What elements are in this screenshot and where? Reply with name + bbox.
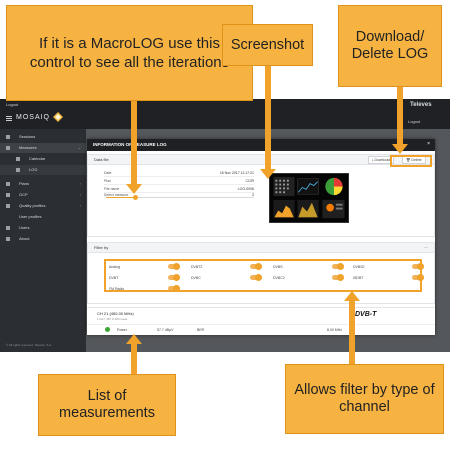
- status-ok-icon: [105, 327, 110, 332]
- callout-filter: Allows filter by type of channel: [285, 364, 444, 434]
- callout-download-delete: Download/ Delete LOG: [338, 5, 442, 87]
- sidebar-item-label: Sessions: [19, 134, 36, 139]
- filter-highlight: [104, 259, 422, 292]
- sidebar-item-log[interactable]: LOG: [0, 165, 86, 175]
- sidebar-item-label: Calendar: [29, 156, 46, 161]
- callout-text: If it is a MacroLOG use this control to …: [29, 35, 230, 71]
- filter-header: Filter by —: [88, 243, 434, 253]
- sidebar-item-label: Quality profiles: [19, 203, 46, 208]
- channel-subtitle: 1 Item, 387 of 400 meas: [97, 317, 128, 321]
- arrow-shaft: [265, 65, 271, 170]
- logout-link[interactable]: Logout: [408, 119, 420, 124]
- arrow-head: [126, 184, 142, 194]
- login-label[interactable]: Logout: [6, 102, 18, 107]
- data-file-panel: Data file ⤓ Download 🗑 Delete Date 16 No…: [87, 154, 435, 237]
- quality-icon: [6, 204, 10, 208]
- info-value: 16 Nov 2017 11:17:21: [219, 171, 254, 175]
- sidebar-item-label: Users: [19, 225, 30, 230]
- modal-header: INFORMATION OF MEASURE LOG ×: [87, 139, 435, 151]
- logo-mark-icon: [53, 112, 63, 122]
- sidebar-item-label: Plans: [19, 181, 30, 186]
- sidebar-item-gcp[interactable]: GCP ›: [0, 190, 86, 200]
- gcp-icon: [6, 193, 10, 197]
- download-label: Download: [374, 158, 391, 162]
- iteration-slider[interactable]: [106, 195, 254, 200]
- sidebar-item-users[interactable]: Users: [0, 223, 86, 233]
- measure-bandwidth: 8.00 MHz: [327, 328, 342, 332]
- users-icon: [6, 226, 10, 230]
- dvb-logo: DVB-T: [355, 311, 377, 318]
- brand-logo: Televes: [410, 102, 432, 108]
- sidebar-item-label: About: [19, 236, 30, 241]
- sidebar-item-sessions[interactable]: Sessions: [0, 132, 86, 142]
- sessions-icon: [6, 135, 10, 139]
- app-logo: MOSAIQ: [16, 114, 51, 121]
- callout-text: List of measurements: [59, 388, 155, 421]
- sidebar-item-calendar[interactable]: Calendar: [0, 154, 86, 164]
- arrow-shaft: [349, 300, 355, 365]
- info-icon: [6, 237, 10, 241]
- download-delete-highlight: [390, 155, 432, 167]
- callout-text: Screenshot: [230, 36, 305, 53]
- arrow-head: [126, 334, 142, 344]
- callout-macrolog: If it is a MacroLOG use this control to …: [6, 5, 253, 101]
- sidebar-item-user-profiles[interactable]: User profiles: [0, 212, 86, 222]
- sidebar-item-quality-profiles[interactable]: Quality profiles ›: [0, 201, 86, 211]
- callout-text: Download/ Delete LOG: [351, 29, 429, 62]
- arrow-head: [344, 291, 360, 301]
- callout-screenshot: Screenshot: [222, 24, 313, 66]
- measure-param: BER: [197, 328, 205, 332]
- panel-title: Filter by: [94, 245, 109, 250]
- screenshot-thumbnail[interactable]: [269, 173, 349, 223]
- arrow-shaft: [131, 344, 137, 374]
- info-row-date: Date 16 Nov 2017 11:17:21: [104, 169, 254, 177]
- slider-handle[interactable]: [133, 195, 139, 200]
- sidebar-item-about[interactable]: About: [0, 234, 86, 244]
- sidebar-item-measures[interactable]: Measures ⌄: [0, 143, 86, 153]
- data-file-header: Data file ⤓ Download 🗑 Delete: [88, 155, 434, 165]
- list-item[interactable]: Power 57.7 dBµV BER 8.00 MHz: [87, 324, 435, 334]
- chevron-right-icon: ›: [79, 181, 81, 186]
- menu-icon[interactable]: [6, 116, 12, 121]
- arrow-shaft: [397, 87, 403, 145]
- log-icon: [16, 168, 20, 172]
- sidebar-item-label: GCP: [19, 192, 28, 197]
- sidebar-item-label: LOG: [29, 167, 38, 172]
- sidebar: Sessions Measures ⌄ Calendar LOG Plans ›…: [0, 129, 86, 352]
- info-key: Plan: [104, 179, 112, 183]
- channel-title: CH 21 (450.00 MHz): [97, 311, 134, 316]
- close-icon[interactable]: ×: [427, 141, 430, 147]
- chevron-right-icon: ›: [79, 192, 81, 197]
- sidebar-item-label: User profiles: [19, 214, 42, 219]
- modal-title: INFORMATION OF MEASURE LOG: [93, 142, 167, 147]
- measures-icon: [6, 146, 10, 150]
- info-value: CCIR: [245, 179, 254, 183]
- callout-list: List of measurements: [38, 374, 176, 436]
- plans-icon: [6, 182, 10, 186]
- callout-text: Allows filter by type of channel: [294, 382, 435, 415]
- measure-value: 57.7 dBµV: [157, 328, 174, 332]
- arrow-shaft: [131, 101, 137, 185]
- chevron-down-icon: ⌄: [77, 145, 81, 150]
- sidebar-item-plans[interactable]: Plans ›: [0, 179, 86, 189]
- calendar-icon: [16, 157, 20, 161]
- measure-name: Power: [117, 328, 127, 332]
- chevron-right-icon: ›: [79, 203, 81, 208]
- footer-copyright: © All rights reserved. Televés, S.A.: [6, 343, 53, 347]
- arrow-head: [392, 144, 408, 154]
- sidebar-item-label: Measures: [19, 145, 37, 150]
- panel-title: Data file: [94, 157, 109, 162]
- collapse-icon[interactable]: —: [424, 244, 428, 249]
- info-key: Date: [104, 171, 112, 175]
- slider-fill: [106, 197, 136, 198]
- arrow-head: [260, 169, 276, 179]
- top-bar: Logout Televes MOSAIQ Logout: [0, 99, 450, 129]
- measurement-list: CH 21 (450.00 MHz) 1 Item, 387 of 400 me…: [87, 307, 435, 335]
